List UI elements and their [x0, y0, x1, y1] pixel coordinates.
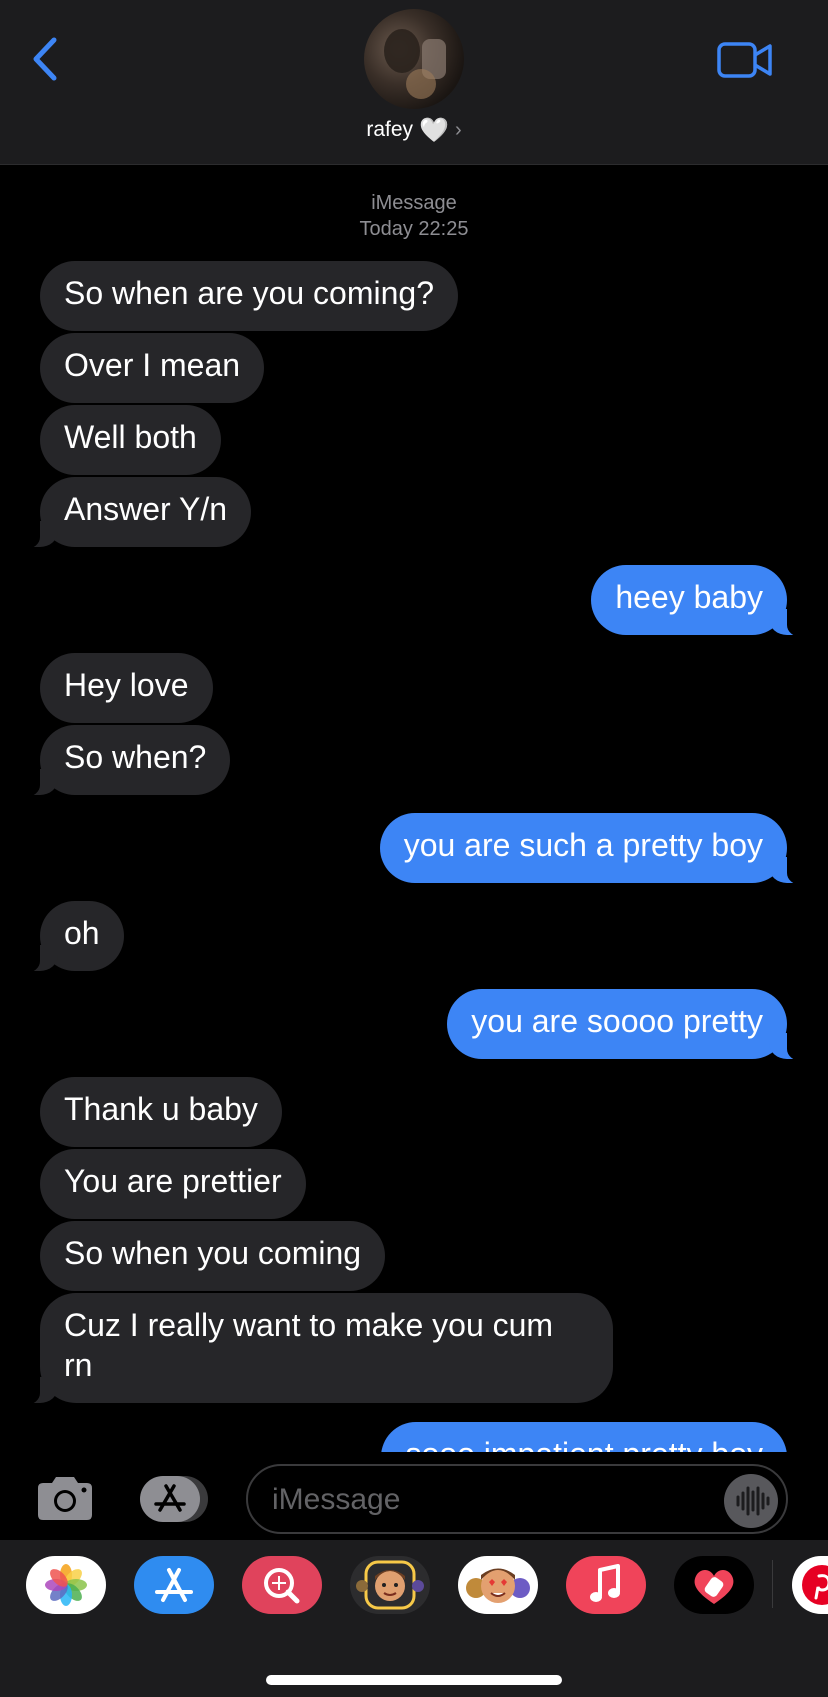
- chevron-right-icon: ›: [454, 119, 462, 141]
- video-camera-icon: [717, 42, 772, 78]
- received-message[interactable]: Thank u baby: [40, 1077, 282, 1147]
- photos-icon: [45, 1564, 87, 1606]
- received-message[interactable]: Hey love: [40, 653, 213, 723]
- message-clip: sooo impatient pretty boy: [0, 1420, 828, 1452]
- contact-name-button[interactable]: rafey 🤍 ›: [0, 116, 828, 145]
- digital-touch-app-button[interactable]: [674, 1556, 754, 1614]
- pinterest-icon: [802, 1565, 828, 1605]
- sent-message[interactable]: you are such a pretty boy: [379, 813, 814, 885]
- message-input[interactable]: [270, 1478, 694, 1522]
- received-message[interactable]: Over I mean: [40, 333, 265, 403]
- received-message[interactable]: Well both: [40, 405, 221, 475]
- apps-button[interactable]: [138, 1474, 212, 1522]
- sent-message[interactable]: sooo impatient pretty boy: [381, 1422, 787, 1452]
- message-composer: [0, 1452, 828, 1540]
- music-note-icon: [590, 1564, 620, 1602]
- audio-message-button[interactable]: [724, 1474, 778, 1528]
- memoji-stickers-app-button[interactable]: [350, 1556, 430, 1614]
- app-store-icon: [155, 1568, 193, 1602]
- back-button[interactable]: [28, 34, 68, 84]
- received-message[interactable]: Cuz I really want to make you cum rn: [14, 1293, 613, 1405]
- conversation-header: rafey 🤍 ›: [0, 0, 828, 165]
- message-input-container: [246, 1464, 788, 1534]
- received-message[interactable]: oh: [14, 901, 124, 973]
- received-message[interactable]: Answer Y/n: [13, 477, 252, 549]
- pinterest-app-button[interactable]: [792, 1556, 828, 1614]
- camera-icon: [38, 1477, 92, 1520]
- camera-button[interactable]: [34, 1474, 96, 1522]
- received-message[interactable]: So when you coming: [40, 1221, 386, 1291]
- digital-touch-heart-icon: [694, 1570, 734, 1604]
- photos-app-button[interactable]: [26, 1556, 106, 1614]
- image-search-icon: [264, 1568, 300, 1604]
- imessage-app-drawer: [0, 1540, 828, 1697]
- message-timestamp: Today 22:25: [359, 218, 469, 240]
- image-search-app-button[interactable]: [242, 1556, 322, 1614]
- drawer-divider: [772, 1560, 773, 1608]
- facetime-video-button[interactable]: [716, 40, 774, 80]
- home-indicator[interactable]: [266, 1675, 562, 1685]
- memoji-stickers-icon: [356, 1560, 424, 1610]
- chevron-left-icon: [33, 37, 57, 81]
- sent-message[interactable]: heey baby: [591, 565, 813, 637]
- received-message[interactable]: So when?: [13, 725, 231, 797]
- contact-avatar[interactable]: [364, 9, 464, 109]
- sent-message[interactable]: you are soooo pretty: [447, 989, 813, 1061]
- animoji-app-button[interactable]: [458, 1556, 538, 1614]
- contact-name: rafey: [366, 118, 414, 141]
- animoji-icon: [466, 1568, 530, 1603]
- received-message[interactable]: You are prettier: [40, 1149, 306, 1219]
- app-store-app-button[interactable]: [134, 1556, 214, 1614]
- music-app-button[interactable]: [566, 1556, 646, 1614]
- waveform-icon: [736, 1486, 770, 1516]
- white-heart-emoji: 🤍: [419, 117, 449, 144]
- app-store-icon: [140, 1476, 208, 1522]
- received-message[interactable]: So when are you coming?: [40, 261, 458, 331]
- service-label: iMessage: [371, 192, 457, 214]
